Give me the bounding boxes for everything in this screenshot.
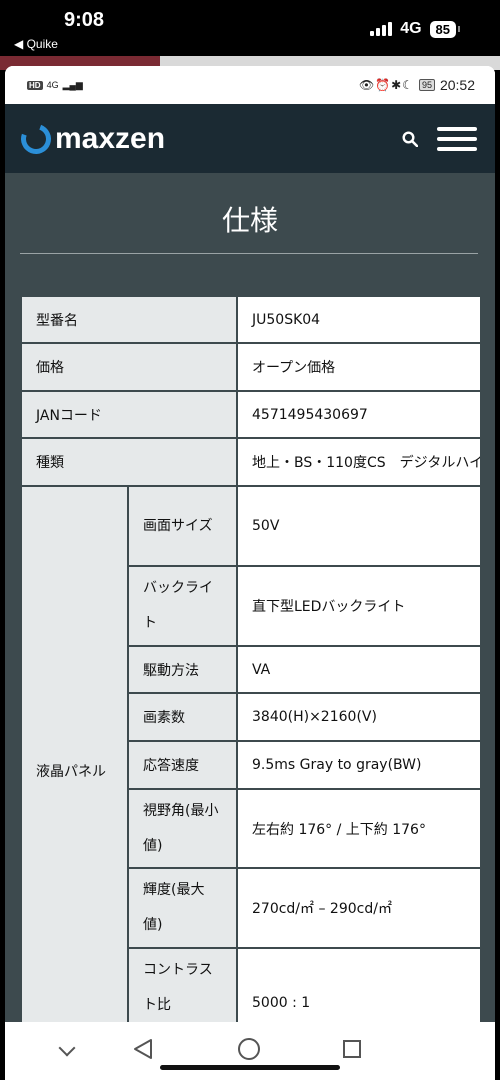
spec-label: 種類 xyxy=(20,437,238,487)
hd-badge: HD xyxy=(27,80,43,90)
logo-mark-icon xyxy=(16,119,56,159)
spec-value: 270cd/㎡ – 290cd/㎡ xyxy=(236,867,482,949)
table-row: JANコード 4571495430697 xyxy=(20,390,482,439)
ios-time: 9:08 xyxy=(64,9,105,31)
spec-value: 直下型LEDバックライト xyxy=(236,565,482,647)
spec-value: JU50SK04 xyxy=(236,295,482,344)
signal-icon xyxy=(370,22,393,36)
spec-label: 視野角(最小値) xyxy=(127,788,238,869)
signal-icon: ▂▄▆ xyxy=(62,79,83,90)
spec-label: 応答速度 xyxy=(127,740,238,790)
hide-keyboard-icon[interactable] xyxy=(58,1039,76,1057)
home-icon[interactable] xyxy=(238,1038,260,1060)
spec-label: JANコード xyxy=(20,390,238,439)
brand-name: maxzen xyxy=(55,122,166,155)
back-to-app-link[interactable]: ◀ Quike xyxy=(14,37,58,51)
spec-label: 画面サイズ xyxy=(127,485,238,567)
ios-status-right: 4G 85 xyxy=(370,20,460,38)
menu-icon[interactable] xyxy=(437,127,479,151)
android-status-left: HD 4G ▂▄▆ xyxy=(27,80,83,91)
search-icon[interactable] xyxy=(402,131,418,147)
network-type: 4G xyxy=(400,20,422,37)
table-row: 液晶パネル 画面サイズ 50V xyxy=(20,485,482,1026)
spec-group-label: 液晶パネル xyxy=(20,485,129,1026)
phone-screenshot: HD 4G ▂▄▆ 👁⏰✱☾ 95 20:52 maxzen 仕様 型番名 JU… xyxy=(5,66,495,1026)
status-icons: 👁⏰✱☾ xyxy=(358,78,414,92)
spec-label: バックライト xyxy=(127,565,238,647)
title-divider xyxy=(20,253,478,254)
spec-content: 仕様 型番名 JU50SK04 価格 オープン価格 JANコード 4571495… xyxy=(5,173,495,1026)
spec-value: 左右約 176° / 上下約 176° xyxy=(236,788,482,869)
brand-logo[interactable]: maxzen xyxy=(16,119,166,159)
back-icon[interactable] xyxy=(133,1038,153,1060)
ios-status-bar: 9:08 ◀ Quike 4G 85 xyxy=(0,0,500,56)
table-row: 型番名 JU50SK04 xyxy=(20,295,482,344)
spec-label: 駆動方法 xyxy=(127,645,238,694)
spec-label: 輝度(最大値) xyxy=(127,867,238,949)
battery-icon: 85 xyxy=(429,20,456,38)
spec-label: 型番名 xyxy=(20,295,238,344)
spec-label: 価格 xyxy=(20,342,238,392)
battery-icon: 95 xyxy=(418,79,435,91)
spec-value: 4571495430697 xyxy=(236,390,482,439)
spec-value: 5000 : 1 xyxy=(236,947,482,1026)
android-nav-bar xyxy=(5,1022,495,1080)
recent-apps-icon[interactable] xyxy=(343,1040,361,1058)
page-title: 仕様 xyxy=(221,204,278,237)
spec-value: 50V xyxy=(236,485,482,567)
spec-label: 画素数 xyxy=(127,692,238,742)
spec-value: VA xyxy=(236,645,482,694)
spec-table: 型番名 JU50SK04 価格 オープン価格 JANコード 4571495430… xyxy=(20,295,482,1026)
site-header: maxzen xyxy=(5,104,495,173)
spec-value: 9.5ms Gray to gray(BW) xyxy=(236,740,482,790)
android-status-bar: HD 4G ▂▄▆ 👁⏰✱☾ 95 20:52 xyxy=(5,66,495,104)
spec-value: オープン価格 xyxy=(236,342,482,392)
battery-cap xyxy=(458,26,460,32)
spec-value: 3840(H)×2160(V) xyxy=(236,692,482,742)
net-type: 4G xyxy=(46,80,59,90)
table-row: 種類 地上・BS・110度CS デジタルハイビジョン液晶テレビ xyxy=(20,437,482,487)
android-time: 20:52 xyxy=(439,77,475,93)
spec-label: コントラスト比 xyxy=(127,947,238,1026)
spec-value: 地上・BS・110度CS デジタルハイビジョン液晶テレビ xyxy=(236,437,482,487)
home-indicator[interactable] xyxy=(160,1065,340,1070)
table-row: 価格 オープン価格 xyxy=(20,342,482,392)
android-status-right: 👁⏰✱☾ 95 20:52 xyxy=(359,77,475,93)
